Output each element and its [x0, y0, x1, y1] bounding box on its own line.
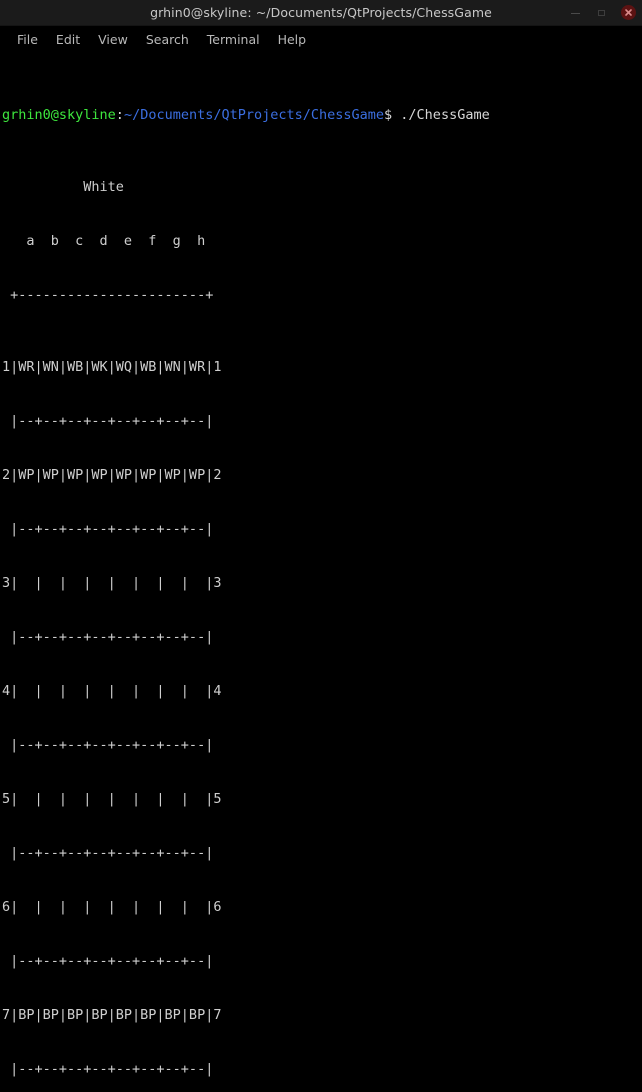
- board-inner-separator: |--+--+--+--+--+--+--+--|: [2, 737, 214, 753]
- menu-item-terminal[interactable]: Terminal: [198, 30, 269, 49]
- prompt-symbol: $: [384, 107, 393, 123]
- window-controls: [569, 0, 636, 25]
- window-titlebar: grhin0@skyline: ~/Documents/QtProjects/C…: [0, 0, 642, 26]
- board-row: 1|WR|WN|WB|WK|WQ|WB|WN|WR|1: [2, 359, 222, 375]
- board-row: 7|BP|BP|BP|BP|BP|BP|BP|BP|7: [2, 1007, 222, 1023]
- board-file-header-top: a b c d e f g h: [2, 233, 206, 249]
- menu-item-file[interactable]: File: [8, 30, 47, 49]
- board-row: 6| | | | | | | | |6: [2, 899, 222, 915]
- prompt-colon: :: [115, 107, 124, 123]
- prompt-command: ./ChessGame: [392, 107, 490, 123]
- board-row: 5| | | | | | | | |5: [2, 791, 222, 807]
- board-inner-separator: |--+--+--+--+--+--+--+--|: [2, 845, 214, 861]
- menu-item-help[interactable]: Help: [269, 30, 316, 49]
- board-inner-separator: |--+--+--+--+--+--+--+--|: [2, 953, 214, 969]
- prompt-path: ~/Documents/QtProjects/ChessGame: [123, 107, 385, 123]
- shell-prompt-line: grhin0@skyline:~/Documents/QtProjects/Ch…: [2, 106, 642, 124]
- menu-item-view[interactable]: View: [89, 30, 137, 49]
- board-row: 3| | | | | | | | |3: [2, 575, 222, 591]
- board-outer-border-top: +-----------------------+: [2, 287, 214, 303]
- terminal-output[interactable]: grhin0@skyline:~/Documents/QtProjects/Ch…: [0, 52, 642, 1092]
- prompt-user-host: grhin0@skyline: [2, 107, 116, 123]
- board-inner-separator: |--+--+--+--+--+--+--+--|: [2, 629, 214, 645]
- board-inner-separator: |--+--+--+--+--+--+--+--|: [2, 1061, 214, 1077]
- maximize-icon[interactable]: [595, 6, 609, 20]
- close-icon[interactable]: [621, 5, 636, 20]
- menu-item-edit[interactable]: Edit: [47, 30, 89, 49]
- window-title: grhin0@skyline: ~/Documents/QtProjects/C…: [150, 5, 492, 20]
- menu-item-search[interactable]: Search: [137, 30, 198, 49]
- board-inner-separator: |--+--+--+--+--+--+--+--|: [2, 521, 214, 537]
- menu-bar: File Edit View Search Terminal Help: [0, 26, 642, 52]
- minimize-icon[interactable]: [569, 6, 583, 20]
- board-row: 2|WP|WP|WP|WP|WP|WP|WP|WP|2: [2, 467, 222, 483]
- board-inner-separator: |--+--+--+--+--+--+--+--|: [2, 413, 214, 429]
- board-label-white: White: [2, 179, 124, 195]
- board-row: 4| | | | | | | | |4: [2, 683, 222, 699]
